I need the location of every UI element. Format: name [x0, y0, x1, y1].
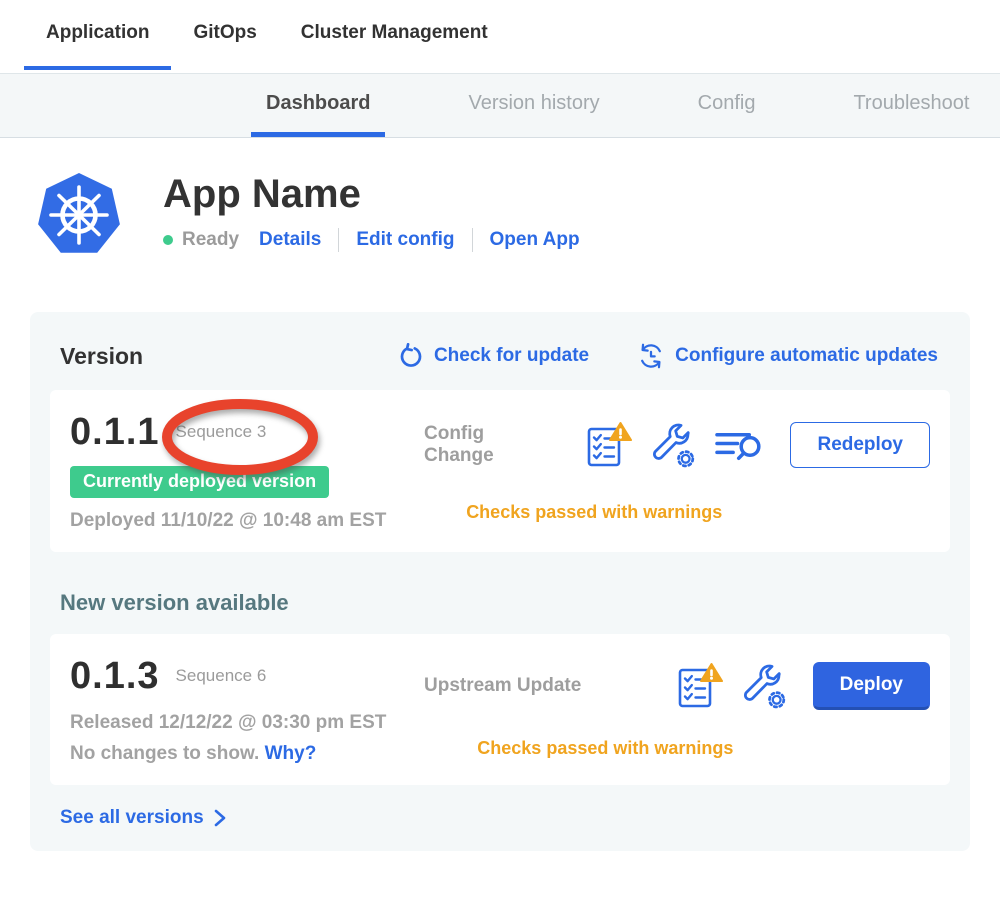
- current-release-card: 0.1.1 Sequence 3 Currently deployed vers…: [50, 390, 950, 552]
- divider: [472, 228, 473, 252]
- tab-cluster-management-label: Cluster Management: [301, 22, 488, 44]
- preflight-checklist-warning-icon[interactable]: [675, 662, 723, 710]
- check-for-update-button[interactable]: Check for update: [398, 343, 589, 369]
- tab-config[interactable]: Config: [683, 74, 771, 137]
- current-source-label: Config Change: [424, 423, 558, 467]
- currently-deployed-badge: Currently deployed version: [70, 466, 329, 498]
- status-badge: Ready: [182, 229, 239, 251]
- refresh-icon: [398, 343, 424, 369]
- edit-config-link[interactable]: Edit config: [356, 229, 454, 251]
- top-nav: Application GitOps Cluster Management: [0, 0, 1000, 73]
- tab-version-history[interactable]: Version history: [453, 74, 614, 137]
- tab-application-label: Application: [46, 22, 149, 44]
- tab-troubleshoot-label: Troubleshoot: [853, 92, 969, 115]
- available-checks-status[interactable]: Checks passed with warnings: [424, 738, 787, 759]
- details-link[interactable]: Details: [259, 229, 321, 251]
- tab-version-history-label: Version history: [468, 92, 599, 115]
- current-version-number: 0.1.1: [70, 411, 160, 454]
- config-wrench-icon[interactable]: [741, 663, 787, 709]
- redeploy-button[interactable]: Redeploy: [790, 422, 930, 468]
- kubernetes-logo-icon: [35, 170, 123, 262]
- tab-troubleshoot[interactable]: Troubleshoot: [838, 74, 984, 137]
- chevron-right-icon: [213, 809, 227, 827]
- version-card: Version Check for update Confi: [30, 312, 970, 851]
- app-header: App Name Ready Details Edit config Open …: [35, 170, 1000, 262]
- see-all-versions-label: See all versions: [60, 807, 204, 829]
- deploy-button[interactable]: Deploy: [813, 662, 930, 710]
- config-wrench-icon[interactable]: [650, 422, 696, 468]
- status-dot-icon: [163, 235, 173, 245]
- open-app-link[interactable]: Open App: [490, 229, 580, 251]
- current-checks-status[interactable]: Checks passed with warnings: [424, 502, 764, 523]
- tab-application[interactable]: Application: [24, 0, 171, 70]
- view-files-icon[interactable]: [714, 423, 764, 467]
- tab-gitops-label: GitOps: [193, 22, 256, 44]
- deployed-date: Deployed 11/10/22 @ 10:48 am EST: [70, 510, 424, 532]
- page-title: App Name: [163, 172, 580, 216]
- see-all-versions-link[interactable]: See all versions: [60, 807, 227, 829]
- tab-config-label: Config: [698, 92, 756, 115]
- why-link[interactable]: Why?: [265, 743, 317, 764]
- version-card-title: Version: [60, 343, 350, 370]
- available-source-label: Upstream Update: [424, 675, 649, 697]
- tab-dashboard[interactable]: Dashboard: [251, 74, 385, 137]
- preflight-checklist-warning-icon[interactable]: [584, 421, 632, 469]
- tab-dashboard-label: Dashboard: [266, 92, 370, 115]
- sub-nav: Dashboard Version history Config Trouble…: [0, 73, 1000, 138]
- divider: [338, 228, 339, 252]
- available-version-number: 0.1.3: [70, 655, 160, 698]
- auto-update-clock-icon: [637, 342, 665, 370]
- tab-gitops[interactable]: GitOps: [171, 0, 278, 70]
- available-sequence-label: Sequence 6: [176, 666, 267, 686]
- released-date: Released 12/12/22 @ 03:30 pm EST: [70, 712, 424, 734]
- tab-cluster-management[interactable]: Cluster Management: [279, 0, 510, 70]
- current-sequence-label: Sequence 3: [176, 422, 267, 442]
- configure-automatic-updates-label: Configure automatic updates: [675, 345, 938, 367]
- new-version-available-heading: New version available: [60, 590, 950, 616]
- available-release-card: 0.1.3 Sequence 6 Released 12/12/22 @ 03:…: [50, 634, 950, 785]
- check-for-update-label: Check for update: [434, 345, 589, 367]
- configure-automatic-updates-button[interactable]: Configure automatic updates: [637, 342, 938, 370]
- no-changes-text: No changes to show.: [70, 743, 259, 764]
